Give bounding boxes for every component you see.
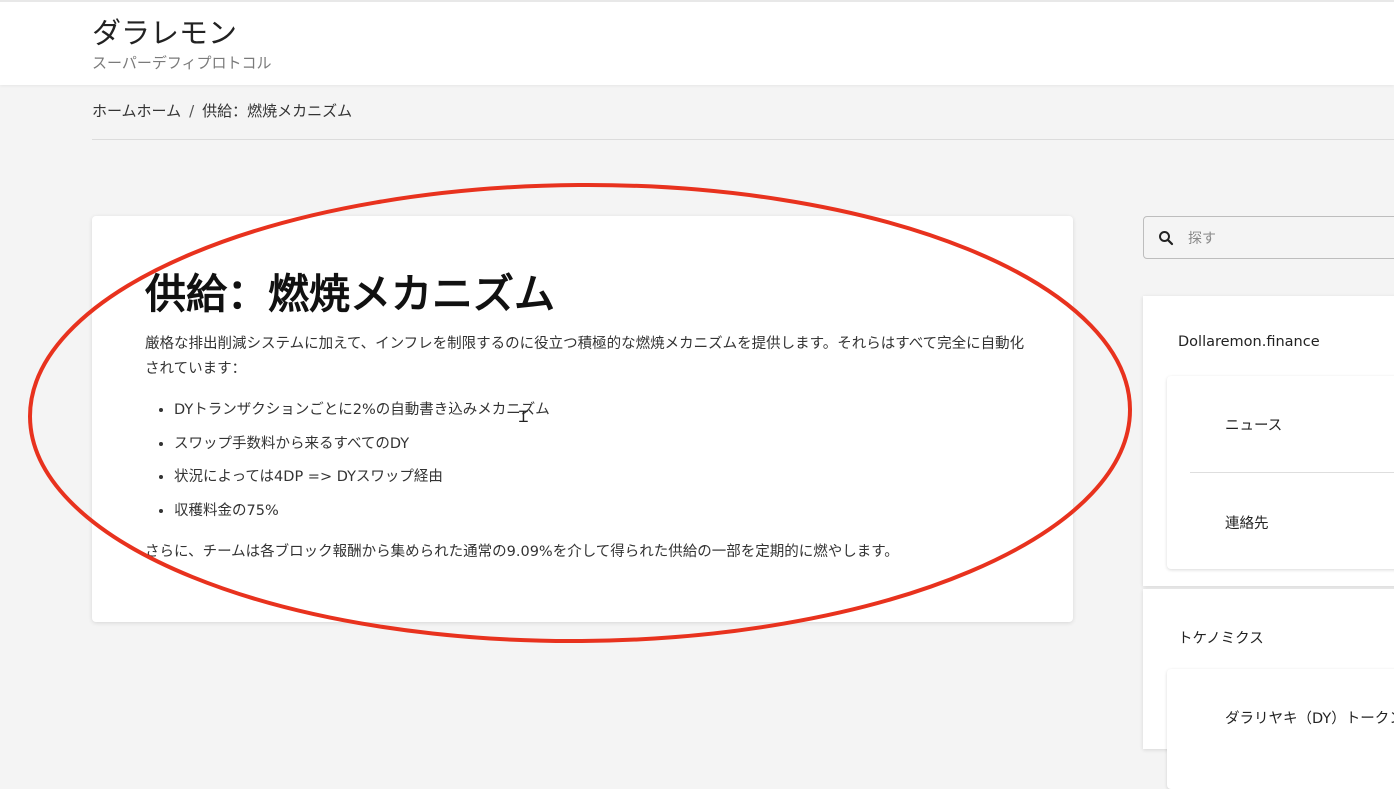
sidebar-widget-tokenomics: トケノミクス ダラリヤキ（DY）トークン xyxy=(1143,589,1394,789)
widget-menu: ダラリヤキ（DY）トークン xyxy=(1167,669,1394,789)
breadcrumb-current: 供給：燃焼メカニズム xyxy=(202,102,353,120)
menu-item-news[interactable]: ニュース xyxy=(1225,414,1282,435)
list-item: 状況によっては4DP => DYスワップ経由 xyxy=(174,465,550,499)
post-intro: 厳格な排出削減システムに加えて、インフレを制限するのに役立つ積極的な燃焼メカニズ… xyxy=(145,336,1025,377)
post-title: 供給：燃焼メカニズム xyxy=(145,270,555,318)
text-cursor-icon: Ɪ xyxy=(519,407,528,426)
widget-menu: ニュース 連絡先 xyxy=(1167,376,1394,569)
list-item: 収穫料金の75% xyxy=(174,499,550,533)
list-item: スワップ手数料から来るすべてのDY xyxy=(174,432,550,466)
breadcrumb: ホームホーム / 供給：燃焼メカニズム xyxy=(92,100,352,121)
list-item: DYトランザクションごとに2%の自動書き込みメカニズム xyxy=(174,398,550,432)
widget-title: Dollaremon.finance xyxy=(1178,334,1320,350)
breadcrumb-home-link[interactable]: ホームホーム xyxy=(92,102,181,120)
breadcrumb-divider xyxy=(92,139,1394,140)
post-bullet-list: DYトランザクションごとに2%の自動書き込みメカニズム スワップ手数料から来るす… xyxy=(145,398,550,532)
search-box[interactable] xyxy=(1143,216,1394,259)
menu-item-contact[interactable]: 連絡先 xyxy=(1225,512,1269,533)
search-input[interactable] xyxy=(1186,225,1390,253)
search-icon[interactable] xyxy=(1157,229,1175,247)
post-outro: さらに、チームは各ブロック報酬から集められた通常の9.09%を介して得られた供給… xyxy=(145,544,899,560)
menu-item-dy-token[interactable]: ダラリヤキ（DY）トークン xyxy=(1225,707,1394,728)
site-title[interactable]: ダラレモン xyxy=(92,10,237,52)
site-header: ダラレモン スーパーデフィプロトコル xyxy=(0,0,1394,85)
widget-title: トケノミクス xyxy=(1178,631,1264,647)
article-card: 供給：燃焼メカニズム 厳格な排出削減システムに加えて、インフレを制限するのに役立… xyxy=(92,216,1073,622)
breadcrumb-separator: / xyxy=(189,102,195,120)
site-subtitle: スーパーデフィプロトコル xyxy=(92,54,272,72)
sidebar-widget-dollaremon: Dollaremon.finance ニュース 連絡先 xyxy=(1143,296,1394,586)
menu-divider xyxy=(1190,472,1394,473)
